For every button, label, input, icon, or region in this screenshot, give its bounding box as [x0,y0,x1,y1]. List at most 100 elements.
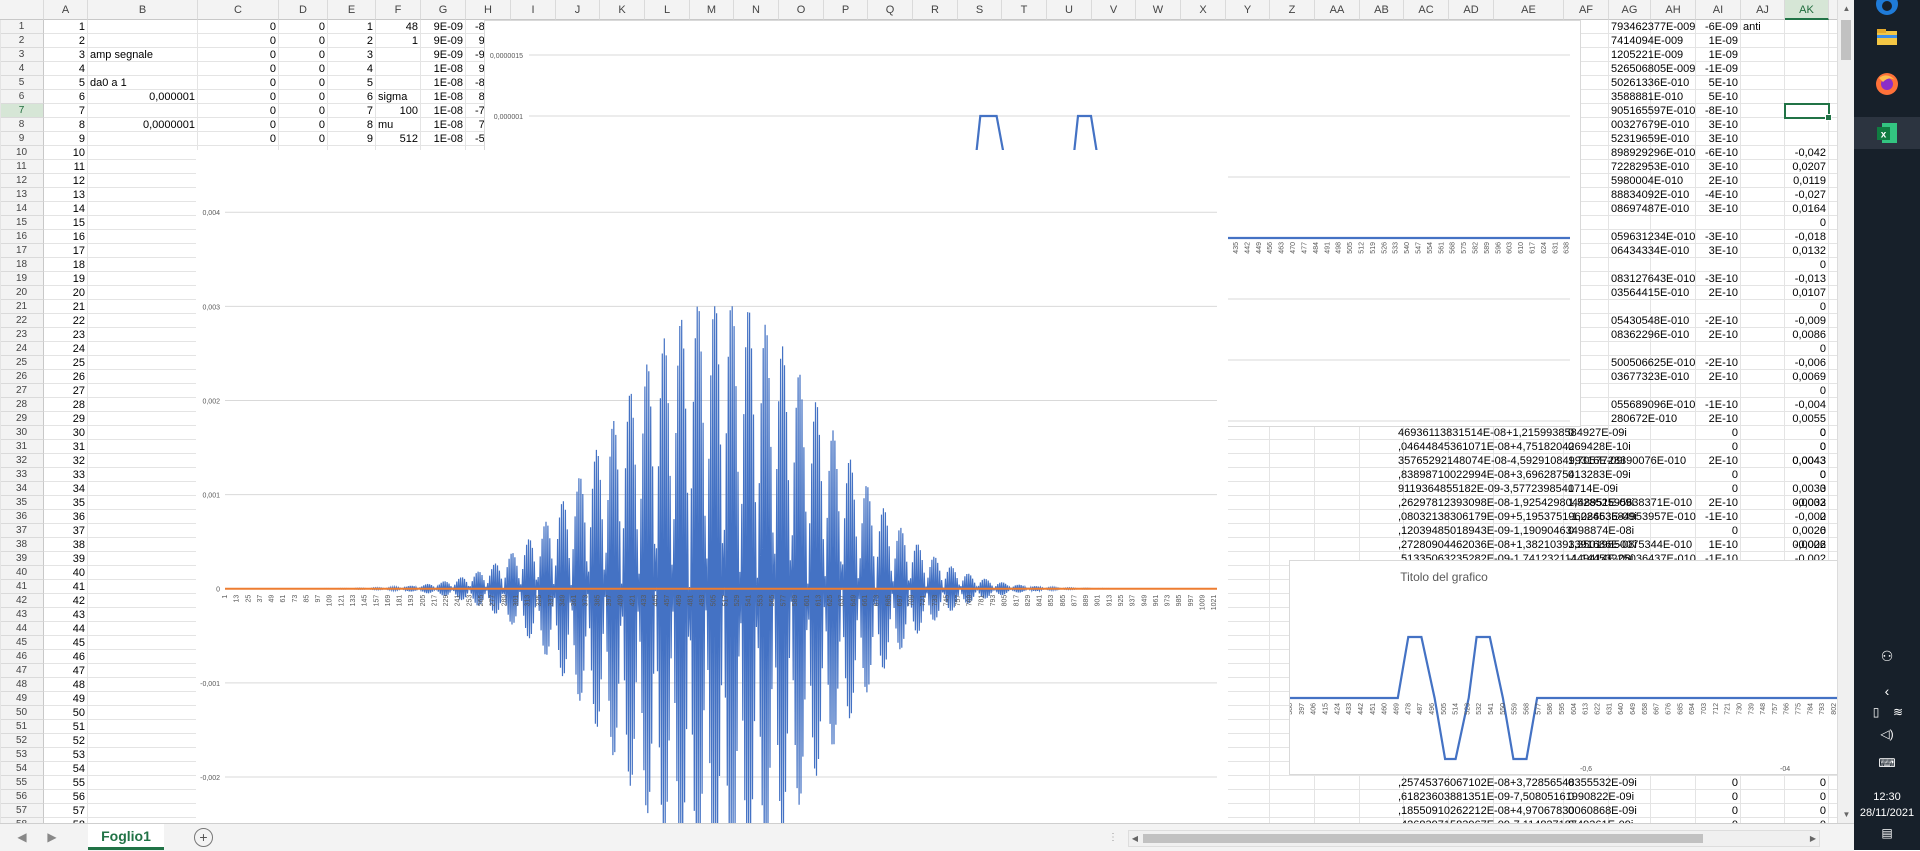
excel-icon[interactable]: x [1854,117,1920,149]
cell-a30[interactable]: 30 [46,426,85,440]
row-header-26[interactable]: 26 [0,370,44,384]
cell-a42[interactable]: 42 [46,594,85,608]
cell-a23[interactable]: 23 [46,328,85,342]
cell-a9[interactable]: 9 [46,132,85,146]
row-header-25[interactable]: 25 [0,356,44,370]
cell-d1[interactable]: 0 [281,20,325,34]
scroll-split-handle[interactable]: ⋮ [1108,830,1118,845]
firefox-icon[interactable] [1871,70,1903,102]
edge-icon[interactable] [1871,0,1903,22]
row-header-24[interactable]: 24 [0,342,44,356]
cell-a8[interactable]: 8 [46,118,85,132]
row-header-20[interactable]: 20 [0,286,44,300]
column-header-w[interactable]: W [1136,0,1181,20]
cell-a51[interactable]: 51 [46,720,85,734]
column-header-aj[interactable]: AJ [1741,0,1785,20]
cell-a39[interactable]: 39 [46,552,85,566]
row-header-17[interactable]: 17 [0,244,44,258]
cell-a27[interactable]: 27 [46,384,85,398]
cell-a10[interactable]: 10 [46,146,85,160]
cell-ag14[interactable]: 08697487E-010 [1611,202,1698,216]
column-header-y[interactable]: Y [1226,0,1270,20]
cell-ai6[interactable]: 5E-10 [1698,90,1738,104]
cell-ag17[interactable]: 06434334E-010 [1611,244,1698,258]
cell-a34[interactable]: 34 [46,482,85,496]
taskbar-clock[interactable]: 12:30 28/11/2021 [1854,789,1920,821]
cell-a13[interactable]: 13 [46,188,85,202]
cell-ai33[interactable]: 0 [1698,468,1738,482]
row-header-2[interactable]: 2 [0,34,44,48]
column-header-p[interactable]: P [824,0,868,20]
cell-ak21[interactable]: 0 [1787,300,1826,314]
column-header-al[interactable]: AL [1829,0,1837,20]
cell-ak25[interactable]: -0,006 [1787,356,1826,370]
cell-ak24[interactable]: 0 [1787,342,1826,356]
row-header-30[interactable]: 30 [0,426,44,440]
cell-ai37[interactable]: 0 [1698,524,1738,538]
cell-a21[interactable]: 21 [46,300,85,314]
row-header-52[interactable]: 52 [0,734,44,748]
cell-a50[interactable]: 50 [46,706,85,720]
cell-a12[interactable]: 12 [46,174,85,188]
row-header-9[interactable]: 9 [0,132,44,146]
cell-a26[interactable]: 26 [46,370,85,384]
row-header-11[interactable]: 11 [0,160,44,174]
cell-e4[interactable]: 4 [330,62,373,76]
cell-a37[interactable]: 37 [46,524,85,538]
cell-ai12[interactable]: 2E-10 [1698,174,1738,188]
cell-a35[interactable]: 35 [46,496,85,510]
cell-ai5[interactable]: 5E-10 [1698,76,1738,90]
cell-a43[interactable]: 43 [46,608,85,622]
column-header-x[interactable]: X [1181,0,1226,20]
cell-ag11[interactable]: 72282953E-010 [1611,160,1698,174]
cell-f8[interactable]: mu [378,118,418,132]
cell-ai28[interactable]: -1E-10 [1698,398,1738,412]
cell-ai11[interactable]: 3E-10 [1698,160,1738,174]
horizontal-scrollbar[interactable]: ◀ ▶ [1128,830,1820,847]
column-header-q[interactable]: Q [868,0,913,20]
cell-d6[interactable]: 0 [281,90,325,104]
column-header-m[interactable]: M [690,0,734,20]
column-header-z[interactable]: Z [1270,0,1315,20]
notifications-icon[interactable]: ▤ [1876,826,1898,840]
cell-a2[interactable]: 2 [46,34,85,48]
column-header-n[interactable]: N [734,0,779,20]
cell-ak37[interactable]: 0 [1787,524,1826,538]
column-header-f[interactable]: F [376,0,421,20]
cell-ag28[interactable]: 055689096E-010 [1611,398,1698,412]
column-header-af[interactable]: AF [1564,0,1609,20]
row-header-28[interactable]: 28 [0,398,44,412]
column-header-k[interactable]: K [600,0,645,20]
cell-a53[interactable]: 53 [46,748,85,762]
cell-ag2[interactable]: 7414094E-009 [1611,34,1698,48]
add-sheet-button[interactable]: + [194,828,213,847]
vertical-scroll-thumb[interactable] [1841,20,1851,60]
sheet-tab-foglio1[interactable]: Foglio1 [88,824,164,850]
row-header-6[interactable]: 6 [0,90,44,104]
cell-ag23[interactable]: 08362296E-010 [1611,328,1698,342]
cell-a49[interactable]: 49 [46,692,85,706]
cell-g5[interactable]: 1E-08 [423,76,463,90]
cell-d3[interactable]: 0 [281,48,325,62]
column-header-i[interactable]: I [511,0,556,20]
cell-a18[interactable]: 18 [46,258,85,272]
row-header-5[interactable]: 5 [0,76,44,90]
cell-f6[interactable]: sigma [378,90,438,104]
cell-ak26[interactable]: 0,0069 [1787,370,1826,384]
select-all-corner[interactable] [0,0,44,20]
cell-ai35[interactable]: 2E-10 [1698,496,1738,510]
row-header-19[interactable]: 19 [0,272,44,286]
row-header-13[interactable]: 13 [0,188,44,202]
cell-ak28[interactable]: -0,004 [1787,398,1826,412]
cell-d9[interactable]: 0 [281,132,325,146]
row-header-29[interactable]: 29 [0,412,44,426]
row-header-38[interactable]: 38 [0,538,44,552]
tab-prev-icon[interactable]: ◀ [14,829,30,845]
cell-a33[interactable]: 33 [46,468,85,482]
cell-c8[interactable]: 0 [200,118,276,132]
wifi-icon[interactable]: ≋ [1888,705,1908,719]
cell-ak29[interactable]: 0,0055 [1787,412,1826,426]
row-header-57[interactable]: 57 [0,804,44,818]
cell-a19[interactable]: 19 [46,272,85,286]
scroll-down-arrow-icon[interactable]: ▼ [1838,806,1855,823]
